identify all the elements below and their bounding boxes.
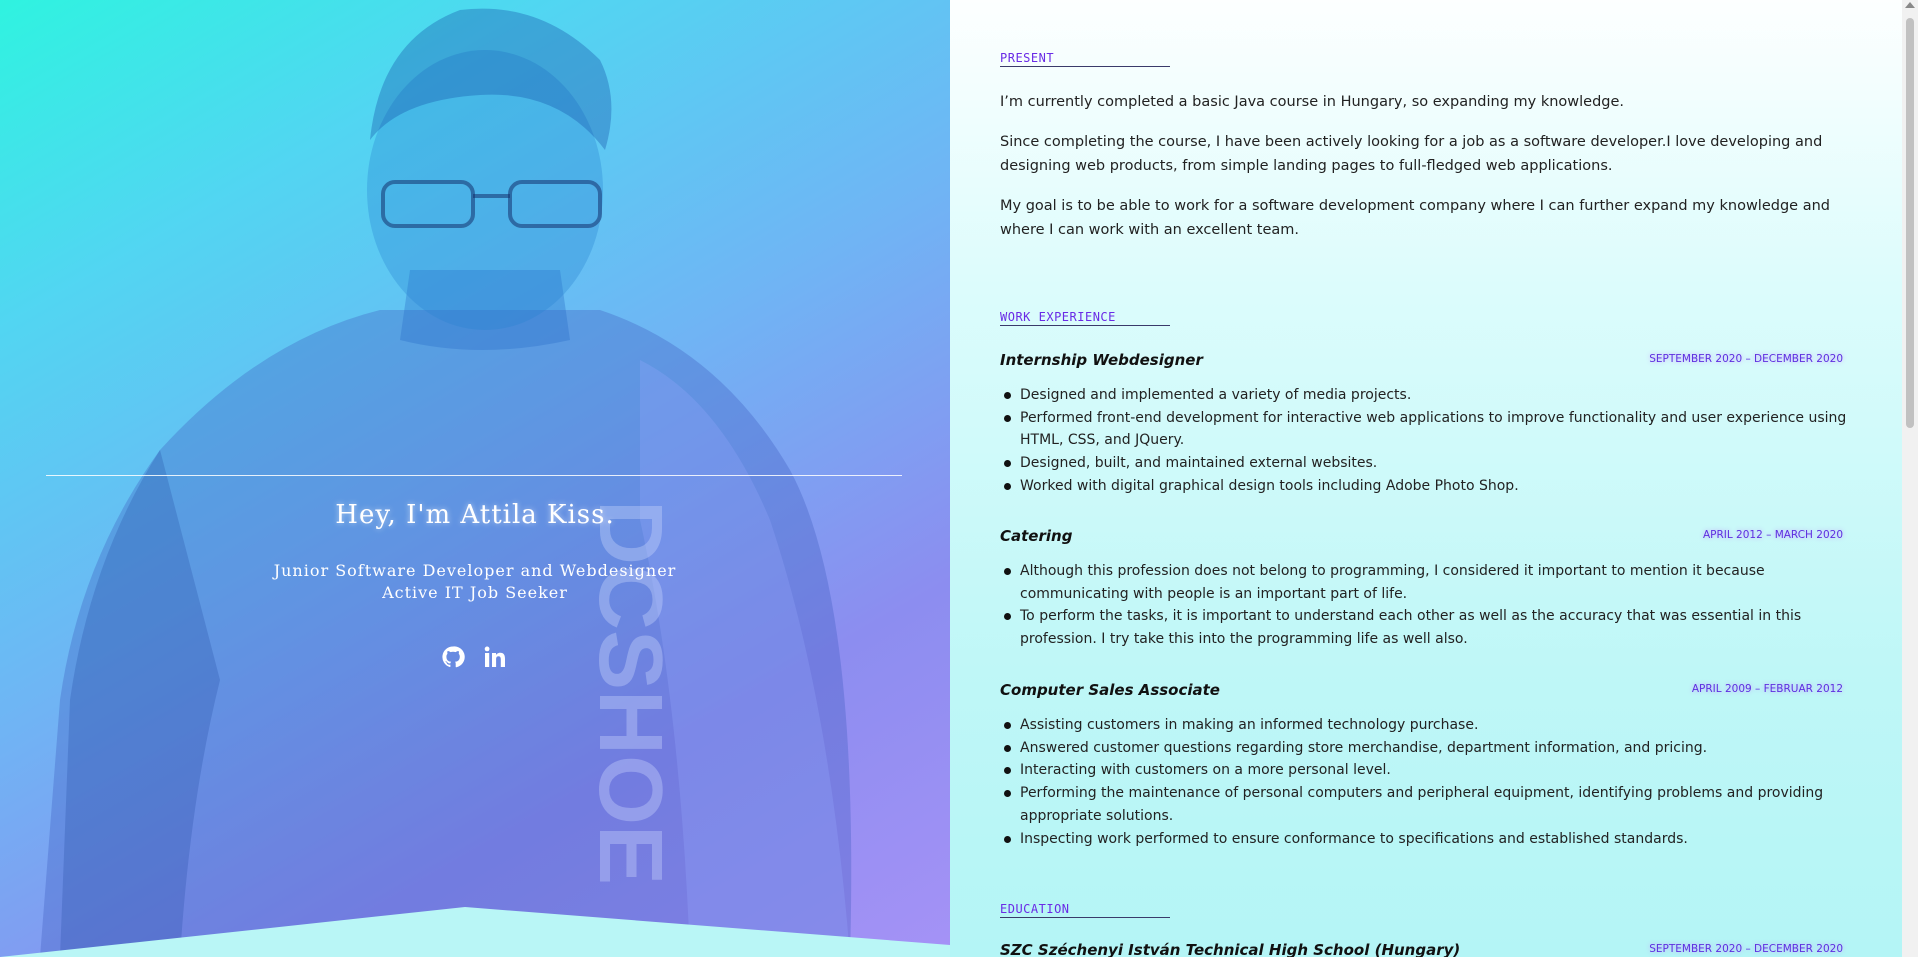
list-item: Performed front-end development for inte… xyxy=(1000,407,1852,452)
education-date: SEPTEMBER 2020 – DECEMBER 2020 xyxy=(1649,943,1843,955)
linkedin-link[interactable] xyxy=(483,645,507,669)
scrollbar-thumb[interactable] xyxy=(1906,18,1914,428)
scroll-up-arrow-icon[interactable] xyxy=(1905,2,1915,8)
present-heading: PRESENT xyxy=(1000,51,1170,67)
hero-section: DCSHOE Hey, I'm Attila Kiss. Junior Soft… xyxy=(0,0,950,957)
profile-photo: DCSHOE xyxy=(40,8,852,957)
list-item: Worked with digital graphical design too… xyxy=(1000,475,1852,498)
job-duties-list: Assisting customers in making an informe… xyxy=(1000,714,1852,850)
hero-bottom-wedge xyxy=(0,907,950,957)
hero-subtitle: Junior Software Developer and Webdesigne… xyxy=(273,561,677,580)
job-duties-list: Although this profession does not belong… xyxy=(1000,560,1852,651)
resume-content: PRESENT I’m currently completed a basic … xyxy=(950,0,1902,957)
list-item: Interacting with customers on a more per… xyxy=(1000,759,1852,782)
present-paragraph-3: My goal is to be able to work for a soft… xyxy=(1000,198,1830,238)
list-item: Although this profession does not belong… xyxy=(1000,560,1852,605)
job-date: APRIL 2012 – MARCH 2020 xyxy=(1702,529,1843,541)
list-item: Designed and implemented a variety of me… xyxy=(1000,384,1852,407)
linkedin-icon xyxy=(484,646,505,667)
list-item: To perform the tasks, it is important to… xyxy=(1000,605,1852,650)
list-item: Answered customer questions regarding st… xyxy=(1000,737,1852,760)
job-title: Computer Sales Associate xyxy=(1000,681,1220,699)
job-title: Catering xyxy=(1000,527,1073,545)
list-item: Designed, built, and maintained external… xyxy=(1000,452,1852,475)
hero-status: Active IT Job Seeker xyxy=(382,583,568,602)
shirt-print: DCSHOE xyxy=(580,500,680,885)
present-paragraph-2: Since completing the course, I have been… xyxy=(1000,134,1823,174)
education-heading: EDUCATION xyxy=(1000,902,1170,918)
job-date: SEPTEMBER 2020 – DECEMBER 2020 xyxy=(1649,353,1843,365)
hero-title: Hey, I'm Attila Kiss. xyxy=(335,500,615,530)
page-scrollbar[interactable] xyxy=(1902,0,1918,957)
github-icon xyxy=(442,646,465,668)
work-experience-heading: WORK EXPERIENCE xyxy=(1000,310,1170,326)
job-duties-list: Designed and implemented a variety of me… xyxy=(1000,384,1852,498)
job-title: Internship Webdesigner xyxy=(1000,351,1203,369)
list-item: Performing the maintenance of personal c… xyxy=(1000,782,1852,827)
social-links xyxy=(441,645,507,669)
hero-divider xyxy=(46,475,902,476)
list-item: Assisting customers in making an informe… xyxy=(1000,714,1852,737)
job-date: APRIL 2009 – FEBRUAR 2012 xyxy=(1691,683,1843,695)
education-school: SZC Széchenyi István Technical High Scho… xyxy=(1000,941,1461,957)
present-paragraph-1: I’m currently completed a basic Java cou… xyxy=(1000,94,1625,110)
list-item: Inspecting work performed to ensure conf… xyxy=(1000,828,1852,851)
github-link[interactable] xyxy=(441,645,465,669)
